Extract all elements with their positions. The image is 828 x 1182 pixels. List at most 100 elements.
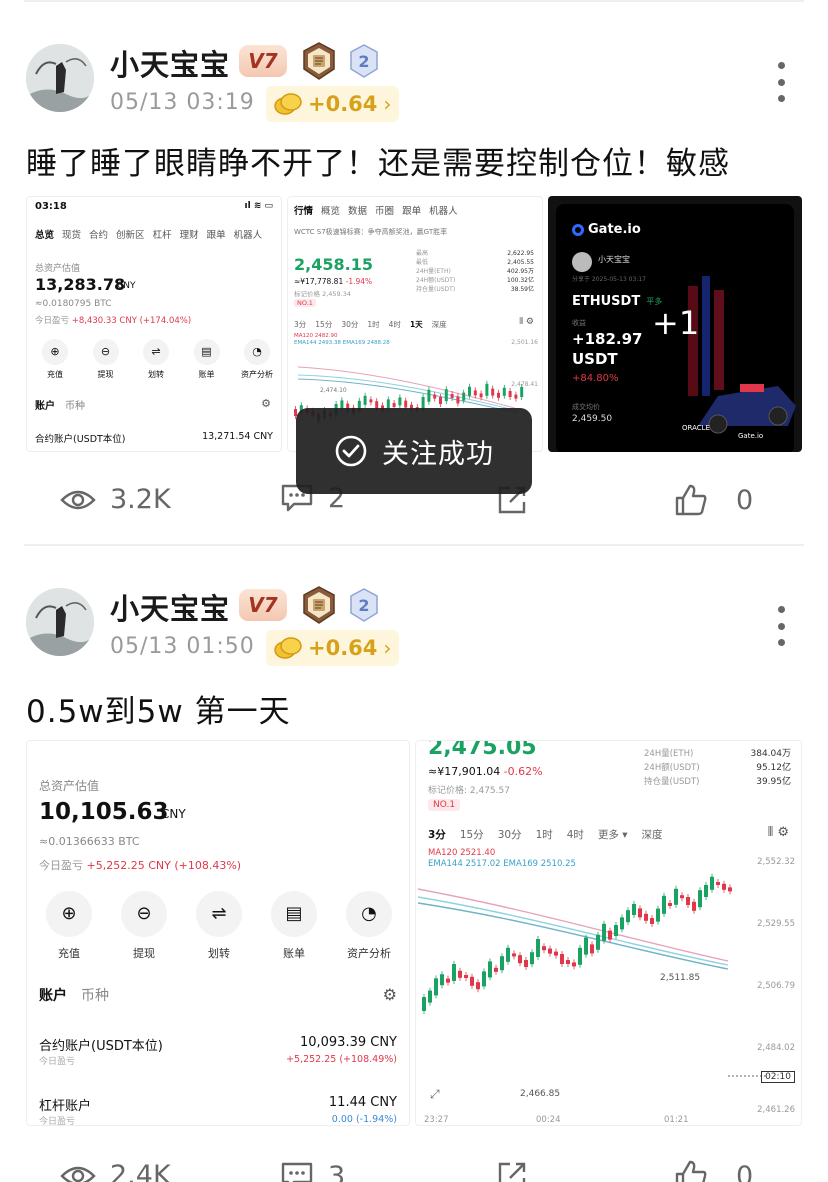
indicator-icon[interactable]: ⫴ ⚙ — [519, 317, 534, 327]
chevron-right-icon: › — [383, 636, 392, 660]
share-button[interactable] — [496, 1160, 528, 1182]
tab[interactable]: 行情 — [294, 203, 313, 217]
level-badge[interactable]: V7 — [239, 589, 287, 621]
candle-body — [566, 960, 570, 964]
medal-icon[interactable] — [301, 42, 337, 80]
more-images-count[interactable]: +1 — [652, 304, 699, 342]
deposit-button[interactable]: ⊕ 充值 — [33, 339, 77, 380]
candle-body — [590, 944, 594, 954]
like-button[interactable]: 0 — [674, 1160, 753, 1182]
more-options-icon[interactable] — [776, 606, 786, 646]
settings-icon[interactable]: ⚙ — [383, 985, 397, 1004]
candle-body — [433, 394, 437, 399]
timeframe-tab[interactable]: 30分 — [341, 319, 358, 330]
candle-body — [680, 895, 684, 899]
candle-body — [704, 885, 708, 897]
post-image-asset-screen[interactable]: 总资产估值 10,105.63 CNY ≈0.01366633 BTC 今日盈亏… — [26, 740, 410, 1126]
tab[interactable]: 杠杆 — [153, 227, 172, 241]
coin-reward-value: +0.64 — [308, 636, 378, 660]
tab[interactable]: 合约 — [89, 227, 108, 241]
tab[interactable]: 跟单 — [207, 227, 226, 241]
transfer-button[interactable]: ⇌ 划转 — [134, 339, 178, 380]
withdraw-button[interactable]: ⊖ 提现 — [84, 339, 128, 380]
avatar[interactable] — [26, 588, 94, 656]
transfer-button[interactable]: ⇌ 划转 — [187, 891, 251, 961]
post-image-market-screen[interactable]: 2,475.05 ≈¥17,901.04 -0.62% 标记价格: 2,475.… — [415, 740, 802, 1126]
tier-badge-icon[interactable]: 2 — [349, 588, 379, 622]
timeframe-tab[interactable]: 深度 — [642, 827, 663, 842]
coin-reward-pill[interactable]: +0.64 › — [266, 86, 400, 122]
candle-body — [491, 388, 495, 396]
timeframe-tab[interactable]: 3分 — [294, 319, 306, 330]
timeframe-tab[interactable]: 4时 — [567, 827, 584, 842]
candles-2 — [422, 873, 732, 1014]
tab-coin[interactable]: 币种 — [81, 985, 109, 1005]
timeframe-tab[interactable]: 15分 — [460, 827, 484, 842]
comment-button[interactable]: 3 — [280, 1160, 345, 1182]
tab-coin[interactable]: 币种 — [65, 397, 85, 412]
tab[interactable]: 数据 — [348, 203, 367, 217]
rank-tag: NO.1 — [428, 799, 461, 811]
tab[interactable]: 创新区 — [116, 227, 145, 241]
timeframe-tab[interactable]: 深度 — [432, 319, 447, 330]
like-button[interactable]: 0 — [674, 484, 753, 516]
deposit-button[interactable]: ⊕ 充值 — [37, 891, 101, 961]
indicator-icon[interactable]: ⫴ ⚙ — [768, 825, 789, 840]
tab[interactable]: 理财 — [180, 227, 199, 241]
timeframe-tab[interactable]: 1时 — [367, 319, 379, 330]
candle-body — [479, 393, 483, 398]
quick-actions: ⊕ 充值 ⊖ 提现 ⇌ 划转 ▤ 账单 ◔ 资产分析 — [37, 891, 401, 961]
timeframe-tab[interactable]: 更多 ▾ — [598, 827, 628, 842]
candle-body — [578, 947, 582, 965]
candle-body — [518, 955, 522, 964]
timeframe-tab[interactable]: 3分 — [428, 827, 446, 842]
more-options-icon[interactable] — [776, 62, 786, 102]
stats-values: 2,622.95 2,405.55 402.95万 100.32亿 38.59亿 — [507, 250, 534, 293]
timeframe-tab[interactable]: 1时 — [536, 827, 553, 842]
tab-account[interactable]: 账户 — [35, 397, 55, 412]
timeframe-tab[interactable]: 30分 — [498, 827, 522, 842]
post-image-asset-screen[interactable]: 03:18 ıl ≋ ▭ 总览 现货 合约 创新区 杠杆 理财 跟单 机器人 总… — [26, 196, 282, 452]
bill-button[interactable]: ▤ 账单 — [185, 339, 229, 380]
tab[interactable]: 币圈 — [375, 203, 394, 217]
coin-reward-pill[interactable]: +0.64 › — [266, 630, 400, 666]
total-label: 总资产估值 — [39, 779, 100, 793]
tab[interactable]: 机器人 — [234, 227, 263, 241]
analysis-button[interactable]: ◔ 资产分析 — [337, 891, 401, 961]
username[interactable]: 小天宝宝 — [110, 586, 230, 628]
avatar[interactable] — [26, 44, 94, 112]
withdraw-button[interactable]: ⊖ 提现 — [112, 891, 176, 961]
tab[interactable]: 机器人 — [429, 203, 458, 217]
tab[interactable]: 现货 — [62, 227, 81, 241]
timeframe-tab[interactable]: 1天 — [410, 319, 423, 330]
timeframe-tab[interactable]: 15分 — [315, 319, 332, 330]
pie-chart-icon: ◔ — [346, 891, 392, 937]
bill-icon: ▤ — [271, 891, 317, 937]
candle-body — [488, 961, 492, 978]
post-image-share-card[interactable]: Gate.io 小天宝宝 分享于 2025-05-13 03:17 ETHUSD… — [548, 196, 802, 452]
candle-body — [596, 934, 600, 950]
settings-icon[interactable]: ⚙ — [261, 397, 271, 410]
tier-badge-icon[interactable]: 2 — [349, 44, 379, 78]
price-sub: ≈¥17,778.81 -1.94% — [294, 277, 372, 286]
tab[interactable]: 跟单 — [402, 203, 421, 217]
candle-body — [506, 947, 510, 962]
tab[interactable]: 总览 — [35, 227, 54, 241]
deposit-icon: ⊕ — [46, 891, 92, 937]
level-badge[interactable]: V7 — [239, 45, 287, 77]
candle-body — [427, 389, 431, 402]
timeframe-tab[interactable]: 4时 — [389, 319, 401, 330]
candle-body — [446, 978, 450, 983]
views-stat: 3.2K — [60, 484, 171, 515]
contract-account-sub: 今日盈亏 — [39, 1057, 76, 1067]
bill-button[interactable]: ▤ 账单 — [262, 891, 326, 961]
analysis-button[interactable]: ◔ 资产分析 — [235, 339, 279, 380]
notice-banner[interactable]: WCTC S7极速锦标赛：争夺高额奖池，赢GT胜率 — [294, 227, 447, 237]
pnl-unit: USDT — [572, 350, 618, 368]
tab[interactable]: 概览 — [321, 203, 340, 217]
status-icons: ıl ≋ ▭ — [244, 201, 273, 211]
ma-label: MA120 2521.40 — [428, 848, 496, 858]
tab-account[interactable]: 账户 — [39, 985, 67, 1005]
medal-icon[interactable] — [301, 586, 337, 624]
username[interactable]: 小天宝宝 — [110, 42, 230, 84]
